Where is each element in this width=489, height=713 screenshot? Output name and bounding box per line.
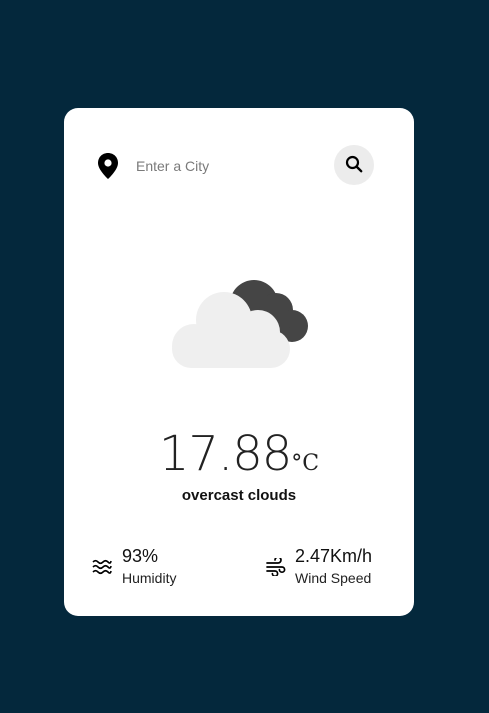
wind-speed-label: Wind Speed <box>295 570 372 586</box>
search-bar <box>64 108 414 222</box>
temperature-value: 17.88 <box>158 426 292 482</box>
temperature-display: 17.88°C <box>64 426 414 482</box>
wind-icon <box>266 556 286 578</box>
humidity-stat: 93% Humidity <box>92 546 212 590</box>
temperature-unit: °C <box>291 451 320 476</box>
humidity-label: Humidity <box>122 570 177 586</box>
weather-card: 17.88°C overcast clouds 93% Humidity 2.4… <box>64 108 414 616</box>
humidity-waves-icon <box>92 558 112 576</box>
city-search-input[interactable] <box>136 152 316 180</box>
humidity-value: 93% <box>122 546 159 566</box>
wind-speed-value: 2.47Km/h <box>295 546 373 566</box>
overcast-clouds-icon <box>164 274 314 374</box>
wind-stat: 2.47Km/h Wind Speed <box>266 546 396 590</box>
weather-description: overcast clouds <box>181 487 297 504</box>
search-button[interactable] <box>334 145 374 185</box>
search-icon <box>345 155 363 176</box>
location-pin-icon <box>96 152 120 180</box>
